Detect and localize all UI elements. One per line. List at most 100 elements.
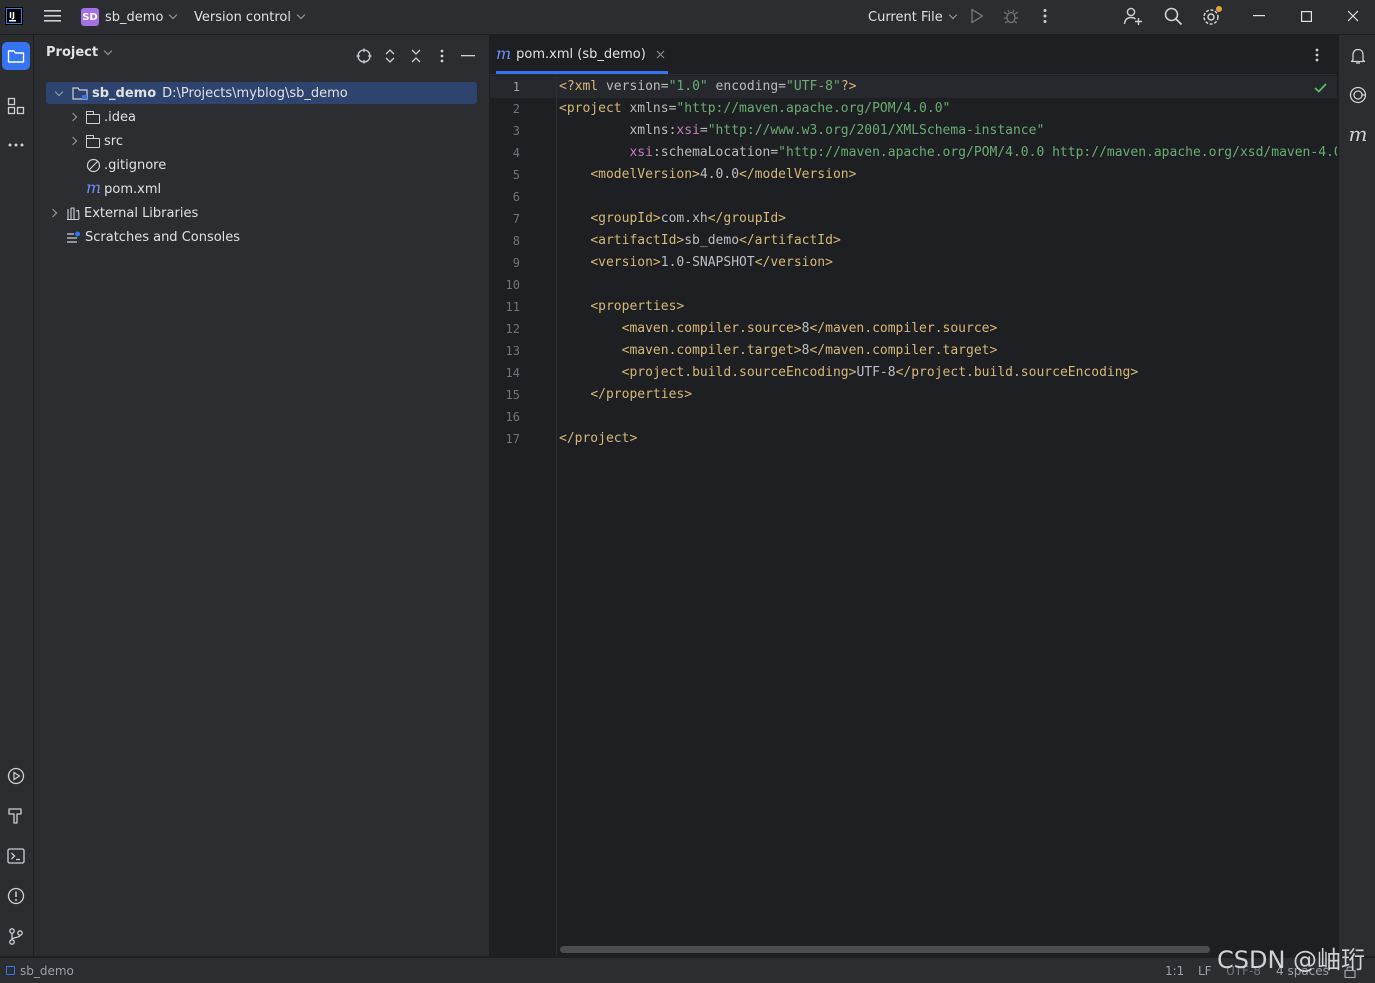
add-user-icon[interactable] (1121, 4, 1145, 28)
project-panel: Project sb_demo D:\Projects\myblog\sb_de… (34, 35, 490, 956)
tree-item-idea[interactable]: .idea (66, 106, 136, 128)
services-tool-icon[interactable] (2, 763, 30, 789)
libraries-icon (66, 206, 80, 220)
svg-text:IJ: IJ (9, 11, 15, 20)
tree-item-scratches[interactable]: Scratches and Consoles (66, 226, 240, 248)
breadcrumb[interactable]: sb_demo (6, 958, 74, 983)
hide-panel-icon[interactable] (458, 46, 478, 66)
active-tab-indicator (496, 71, 668, 74)
maven-tool-icon[interactable]: m (1344, 121, 1372, 147)
project-tool-icon[interactable] (2, 42, 30, 70)
horizontal-scrollbar[interactable] (560, 946, 1210, 953)
caret-position[interactable]: 1:1 (1165, 958, 1184, 983)
code-line-9: <version>1.0-SNAPSHOT</version> (590, 255, 833, 270)
code-line-4: xsi:schemaLocation="http://maven.apache.… (629, 145, 1337, 160)
vcs-widget[interactable]: Version control (194, 0, 306, 34)
code-editor[interactable]: <?xml version="1.0" encoding="UTF-8"?> <… (557, 75, 1337, 956)
line-number: 2 (512, 102, 520, 116)
line-number: 9 (512, 256, 520, 270)
line-number: 3 (512, 124, 520, 138)
line-number: 4 (512, 146, 520, 160)
tree-item-gitignore[interactable]: .gitignore (86, 154, 166, 176)
terminal-tool-icon[interactable] (2, 843, 30, 869)
project-switcher[interactable]: SD sb_demo (81, 0, 178, 34)
project-view-selector[interactable]: Project (46, 45, 113, 60)
maven-icon: m (496, 43, 512, 63)
maximize-icon[interactable] (1295, 6, 1317, 26)
line-number: 5 (512, 168, 520, 182)
line-number: 8 (512, 234, 520, 248)
search-icon[interactable] (1161, 4, 1185, 28)
code-line-13: <maven.compiler.target>8</maven.compiler… (621, 343, 998, 358)
more-tools-icon[interactable] (2, 132, 30, 158)
tab-label: pom.xml (sb_demo) (516, 47, 646, 62)
module-icon (6, 966, 15, 975)
code-line-8: <artifactId>sb_demo</artifactId> (590, 233, 841, 248)
line-number: 11 (505, 300, 520, 314)
git-tool-icon[interactable] (2, 923, 30, 949)
line-number: 13 (505, 344, 520, 358)
project-badge: SD (81, 8, 99, 26)
debug-icon[interactable] (1001, 6, 1021, 26)
tree-item-label: .gitignore (104, 157, 167, 173)
editor-tab-bar: m pom.xml (sb_demo) (490, 35, 1337, 75)
collapse-all-icon[interactable] (406, 46, 426, 66)
options-icon[interactable] (432, 46, 452, 66)
tree-item-label: pom.xml (104, 181, 162, 197)
settings-icon[interactable] (1200, 4, 1224, 28)
breadcrumb-label: sb_demo (20, 963, 74, 978)
app-logo-icon[interactable]: IJ (4, 6, 24, 26)
minimize-icon[interactable] (1248, 6, 1270, 26)
tree-item-external-libraries[interactable]: External Libraries (46, 202, 198, 224)
code-line-1: <?xml version="1.0" encoding="UTF-8"?> (559, 79, 857, 94)
project-name: sb_demo (105, 9, 164, 25)
line-number: 1 (512, 80, 520, 94)
code-line-15: </properties> (590, 387, 693, 402)
code-line-17: </project> (559, 431, 638, 446)
no-problems-check-icon[interactable] (1312, 80, 1328, 96)
hamburger-menu-icon[interactable] (42, 5, 64, 27)
locate-file-icon[interactable] (354, 46, 374, 66)
tab-options-icon[interactable] (1307, 45, 1327, 65)
line-number: 15 (505, 388, 520, 402)
code-line-7: <groupId>com.xh</groupId> (590, 211, 787, 226)
folder-icon (86, 134, 100, 148)
tree-item-sb-demo[interactable]: sb_demo D:\Projects\myblog\sb_demo (46, 82, 477, 104)
run-config-selector[interactable]: Current File (868, 0, 957, 34)
right-tool-strip: m (1338, 35, 1375, 956)
left-tool-strip (0, 35, 34, 956)
tree-item-pom[interactable]: m pom.xml (86, 178, 161, 200)
code-line-12: <maven.compiler.source>8</maven.compiler… (621, 321, 998, 336)
close-icon[interactable] (1342, 6, 1364, 26)
chevron-down-icon (169, 10, 178, 20)
editor-tab-pom[interactable]: m pom.xml (sb_demo) (496, 35, 668, 74)
chevron-right-icon (68, 112, 78, 122)
code-line-5: <modelVersion>4.0.0</modelVersion> (590, 167, 857, 182)
chevron-down-icon (54, 87, 64, 96)
build-tool-icon[interactable] (2, 803, 30, 829)
expand-all-icon[interactable] (380, 46, 400, 66)
line-separator[interactable]: LF (1198, 958, 1212, 983)
line-number: 6 (512, 190, 520, 204)
tree-item-src[interactable]: src (66, 130, 123, 152)
code-line-2: <project xmlns="http://maven.apache.org/… (559, 101, 951, 116)
more-vert-icon[interactable] (1035, 6, 1055, 26)
tree-item-path: D:\Projects\myblog\sb_demo (162, 85, 348, 101)
ignore-file-icon (86, 158, 101, 173)
structure-tool-icon[interactable] (2, 93, 30, 119)
title-bar: IJ SD sb_demo Version control Current Fi… (0, 0, 1375, 35)
notifications-bell-icon[interactable] (1344, 43, 1372, 69)
chevron-right-icon (68, 136, 78, 146)
code-line-14: <project.build.sourceEncoding>UTF-8</pro… (621, 365, 1139, 380)
ai-assistant-icon[interactable] (1344, 82, 1372, 108)
scratches-icon (66, 231, 81, 244)
maven-icon: m (86, 178, 102, 197)
problems-tool-icon[interactable] (2, 883, 30, 909)
line-number-gutter: 1 2 3 4 5 6 7 8 9 10 11 12 13 14 15 16 17 (490, 75, 557, 956)
run-icon[interactable] (967, 6, 987, 26)
module-folder-icon (72, 86, 88, 100)
close-tab-icon[interactable] (656, 50, 665, 59)
watermark: CSDN @岫珩 (1217, 946, 1366, 974)
line-number: 7 (512, 212, 520, 226)
line-number: 16 (505, 410, 520, 424)
